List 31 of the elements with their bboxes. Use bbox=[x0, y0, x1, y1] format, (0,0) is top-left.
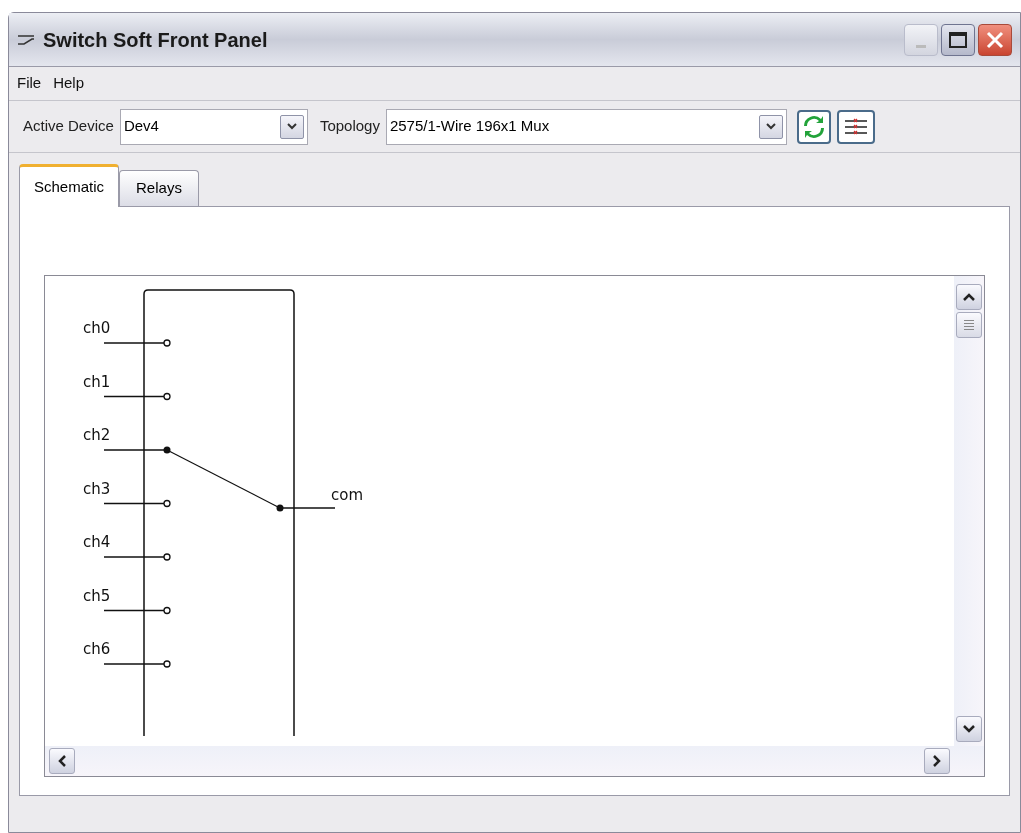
window-title: Switch Soft Front Panel bbox=[43, 27, 268, 53]
tab[interactable]: Schematic bbox=[19, 164, 120, 207]
device-dropdown[interactable]: Dev4 bbox=[119, 108, 308, 145]
maximize-button[interactable] bbox=[941, 23, 975, 56]
refresh-button[interactable] bbox=[796, 109, 831, 144]
topology-label: Topology bbox=[319, 116, 380, 137]
scroll-down-button[interactable] bbox=[956, 716, 982, 742]
scroll-thumb[interactable] bbox=[956, 312, 982, 338]
matrix-button[interactable] bbox=[836, 109, 875, 144]
menu-item[interactable]: Help bbox=[53, 72, 85, 95]
channel-label: ch0 bbox=[83, 319, 111, 337]
matrix-icon bbox=[842, 116, 869, 137]
scroll-left-button[interactable] bbox=[49, 748, 75, 774]
channel-label: ch6 bbox=[83, 640, 111, 658]
common-terminal-drawing bbox=[276, 504, 336, 512]
topology-dropdown[interactable]: 2575/1-Wire 196x1 Mux bbox=[385, 108, 787, 145]
close-button[interactable] bbox=[978, 23, 1012, 56]
channel-label: ch1 bbox=[83, 372, 111, 391]
switch-icon bbox=[17, 32, 35, 47]
tab[interactable]: Relays bbox=[119, 170, 199, 206]
channel-label: ch5 bbox=[83, 586, 111, 605]
device-label: Active Device bbox=[23, 116, 114, 137]
scroll-up-button[interactable] bbox=[956, 284, 982, 310]
channel-label: ch3 bbox=[83, 479, 111, 498]
refresh-icon bbox=[802, 115, 825, 138]
menu-item[interactable]: File bbox=[17, 72, 42, 95]
channel-label: ch2 bbox=[83, 426, 111, 444]
common-label: com bbox=[331, 486, 364, 504]
channel-label: ch4 bbox=[83, 533, 111, 551]
close-icon bbox=[986, 30, 1004, 49]
scroll-right-button[interactable] bbox=[924, 748, 950, 774]
